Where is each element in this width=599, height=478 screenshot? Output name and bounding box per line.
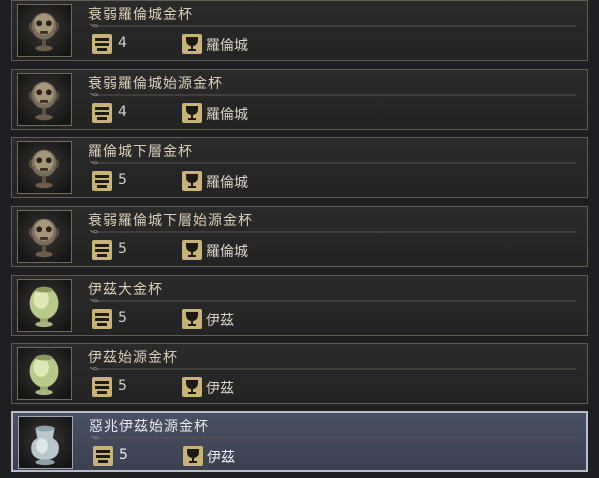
weight-icon (92, 377, 112, 397)
chalice-list: 衰弱羅倫城金杯 4 羅倫城 衰弱羅倫城始源金杯 4 羅倫城 羅倫城下層金杯 5 … (0, 0, 599, 478)
chalice-name: 衰弱羅倫城下層始源金杯 (88, 213, 253, 229)
chalice-name: 衰弱羅倫城始源金杯 (88, 76, 223, 92)
weight-value: 4 (118, 104, 127, 120)
location-value: 伊茲 (206, 313, 234, 329)
location-value: 伊茲 (207, 450, 235, 466)
location-value: 羅倫城 (206, 38, 248, 54)
ornate-divider (88, 92, 578, 98)
weight-icon (92, 103, 112, 123)
weight-icon (92, 34, 112, 54)
weight-value: 4 (118, 35, 127, 51)
weight-value: 5 (119, 447, 128, 463)
chalice-name: 伊茲始源金杯 (88, 350, 178, 366)
chalice-thumbnail-icon (17, 141, 72, 194)
chalice-thumbnail-icon (17, 73, 72, 126)
chalice-name: 羅倫城下層金杯 (88, 144, 193, 160)
chalice-list-item[interactable]: 衰弱羅倫城始源金杯 4 羅倫城 (11, 69, 588, 130)
chalice-location-icon (182, 240, 202, 260)
chalice-thumbnail-icon (17, 347, 72, 400)
ornate-divider (89, 435, 579, 441)
ornate-divider (88, 160, 578, 166)
chalice-location-icon (182, 377, 202, 397)
weight-icon (93, 446, 113, 466)
chalice-list-item[interactable]: 衰弱羅倫城金杯 4 羅倫城 (11, 0, 588, 61)
chalice-location-icon (182, 34, 202, 54)
location-value: 羅倫城 (206, 175, 248, 191)
chalice-list-item[interactable]: 羅倫城下層金杯 5 羅倫城 (11, 137, 588, 198)
chalice-name: 惡兆伊茲始源金杯 (89, 419, 209, 435)
weight-value: 5 (118, 310, 127, 326)
weight-value: 5 (118, 172, 127, 188)
location-value: 伊茲 (206, 381, 234, 397)
weight-value: 5 (118, 241, 127, 257)
chalice-list-item[interactable]: 伊茲始源金杯 5 伊茲 (11, 343, 588, 404)
chalice-name: 伊茲大金杯 (88, 282, 163, 298)
chalice-thumbnail-icon (17, 210, 72, 263)
weight-icon (92, 171, 112, 191)
ornate-divider (88, 298, 578, 304)
chalice-location-icon (182, 103, 202, 123)
location-value: 羅倫城 (206, 244, 248, 260)
ornate-divider (88, 366, 578, 372)
ornate-divider (88, 23, 578, 29)
location-value: 羅倫城 (206, 107, 248, 123)
chalice-thumbnail-icon (17, 4, 72, 57)
chalice-thumbnail-icon (17, 279, 72, 332)
chalice-location-icon (182, 171, 202, 191)
chalice-location-icon (182, 309, 202, 329)
ornate-divider (88, 229, 578, 235)
chalice-thumbnail-icon (18, 416, 73, 469)
weight-value: 5 (118, 378, 127, 394)
chalice-name: 衰弱羅倫城金杯 (88, 7, 193, 23)
chalice-list-item[interactable]: 衰弱羅倫城下層始源金杯 5 羅倫城 (11, 206, 588, 267)
chalice-list-item[interactable]: 惡兆伊茲始源金杯 5 伊茲 (11, 411, 588, 472)
weight-icon (92, 309, 112, 329)
chalice-location-icon (183, 446, 203, 466)
chalice-list-item[interactable]: 伊茲大金杯 5 伊茲 (11, 275, 588, 336)
weight-icon (92, 240, 112, 260)
